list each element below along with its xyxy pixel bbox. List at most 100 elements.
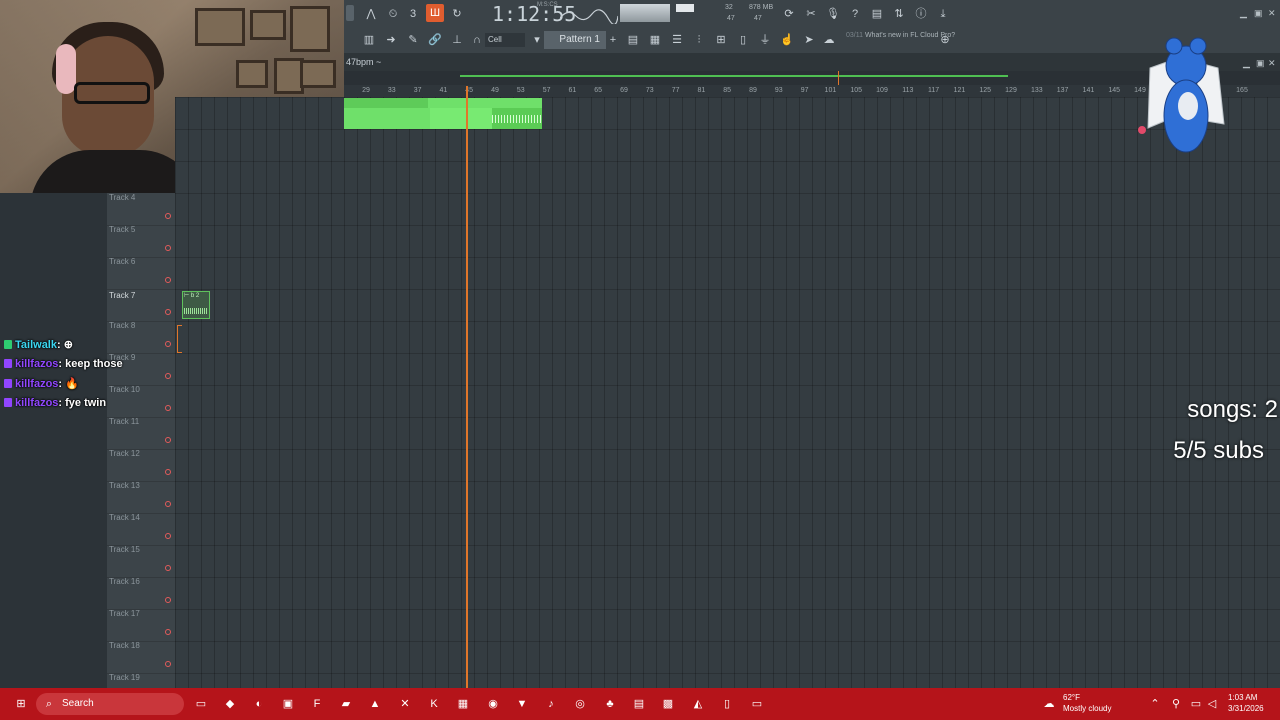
volume-icon[interactable]: ◁ (1203, 695, 1221, 713)
piano-icon[interactable]: ▥ (360, 31, 378, 49)
track-header[interactable]: Track 18 (107, 641, 175, 674)
track-header[interactable]: Track 11 (107, 417, 175, 450)
track-mute-dot[interactable] (165, 437, 171, 443)
minimize-icon[interactable]: ▁ (1240, 8, 1247, 19)
track-mute-dot[interactable] (165, 565, 171, 571)
metronome-icon[interactable]: ⋀ (362, 5, 380, 23)
track-header[interactable]: Track 8 (107, 321, 175, 354)
touch-icon[interactable]: ☝ (778, 31, 796, 49)
edge-icon[interactable]: ◐ (250, 695, 268, 713)
clock-date[interactable]: 3/31/2026 (1228, 704, 1264, 713)
track-mute-dot[interactable] (165, 629, 171, 635)
refresh-icon[interactable]: ⟳ (780, 5, 798, 23)
taskbar-search[interactable] (36, 693, 184, 715)
mic-tray-icon[interactable]: ⚲ (1167, 695, 1185, 713)
track-mute-dot[interactable] (165, 213, 171, 219)
notepad-icon[interactable]: ▯ (718, 695, 736, 713)
magnet-icon[interactable]: ∩ (468, 31, 486, 49)
app-icon-a[interactable]: ▲ (366, 695, 384, 713)
track-mute-dot[interactable] (165, 501, 171, 507)
track-header[interactable]: Track 6 (107, 257, 175, 290)
wait-icon[interactable]: ⏲ (384, 5, 402, 23)
track-header[interactable]: Track 4 (107, 193, 175, 226)
track-mute-dot[interactable] (165, 469, 171, 475)
fl-studio-icon[interactable]: ♣ (601, 695, 619, 713)
clipboard-icon[interactable]: ▯ (734, 31, 752, 49)
nvidia-icon[interactable]: ◭ (689, 695, 707, 713)
mic-icon[interactable]: 🎙 (824, 5, 842, 23)
send-icon[interactable]: ➤ (800, 31, 818, 49)
pitch-meter[interactable] (676, 4, 694, 12)
weather-desc[interactable]: Mostly cloudy (1063, 704, 1111, 713)
clock-time[interactable]: 1:03 AM (1228, 693, 1257, 702)
browser-icon[interactable]: ⊞ (712, 31, 730, 49)
news-panel[interactable]: 03/11 What's new in FL Cloud Pro? (846, 31, 956, 40)
news-text[interactable]: What's new in FL Cloud Pro? (865, 32, 955, 39)
windows-start-icon[interactable]: ⊞ (12, 695, 30, 713)
master-volume-meter[interactable] (620, 4, 670, 22)
app-icon-x[interactable]: ✕ (396, 695, 414, 713)
tiktok-icon[interactable]: ♪ (542, 695, 560, 713)
store-icon[interactable]: ▣ (279, 695, 297, 713)
task-view-icon[interactable]: ▭ (192, 695, 210, 713)
track-header[interactable]: Track 17 (107, 609, 175, 642)
grip-icon[interactable] (346, 5, 354, 21)
brave-icon[interactable]: ▼ (513, 695, 531, 713)
playlist-icon[interactable]: ▤ (624, 31, 642, 49)
loop-record-icon[interactable]: ↻ (448, 5, 466, 23)
cut-icon[interactable]: ✂ (802, 5, 820, 23)
maximize-icon[interactable]: ▣ (1254, 8, 1263, 19)
playlist-minimize-icon[interactable]: ▁ (1243, 58, 1250, 69)
obs-icon[interactable]: ◎ (571, 695, 589, 713)
chevron-up-icon[interactable]: ⌃ (1146, 695, 1164, 713)
app-icon-green[interactable]: ▩ (659, 695, 677, 713)
record-mode-icon[interactable]: Ш (426, 4, 444, 22)
copilot-icon[interactable]: ◆ (221, 695, 239, 713)
playlist-maximize-icon[interactable]: ▣ (1256, 58, 1265, 69)
tempo-label[interactable]: 47bpm ~ (346, 57, 381, 67)
audio-clip[interactable] (344, 98, 542, 129)
track-header[interactable]: Track 10 (107, 385, 175, 418)
app-icon-monitor[interactable]: ▤ (630, 695, 648, 713)
pencil-icon[interactable]: ✎ (404, 31, 422, 49)
track-header[interactable]: Track 5 (107, 225, 175, 258)
track-header[interactable]: Track 12 (107, 449, 175, 482)
app-icon-k[interactable]: K (425, 695, 443, 713)
link-icon[interactable]: 🔗 (426, 31, 444, 49)
channel-rack-icon[interactable]: ▦ (646, 31, 664, 49)
snap-select[interactable]: Cell (485, 33, 525, 47)
track-mute-dot[interactable] (165, 533, 171, 539)
track-mute-dot[interactable] (165, 405, 171, 411)
app-icon-grid[interactable]: ▦ (454, 695, 472, 713)
track-header[interactable]: Track 7 (107, 289, 175, 322)
plugin-icon[interactable]: ⇅ (890, 5, 908, 23)
file-explorer-icon[interactable]: ▰ (337, 695, 355, 713)
pattern-select[interactable]: Pattern 1 (544, 31, 606, 49)
audio-clip-small[interactable]: ⊢ b 2 (182, 291, 210, 319)
fl-files-icon[interactable]: F (308, 695, 326, 713)
track-mute-dot[interactable] (165, 597, 171, 603)
track-header[interactable]: Track 14 (107, 513, 175, 546)
app-icon-window[interactable]: ▭ (748, 695, 766, 713)
countdown-icon[interactable]: 3 (404, 5, 422, 23)
track-header[interactable]: Track 16 (107, 577, 175, 610)
track-mute-dot[interactable] (165, 341, 171, 347)
track-mute-dot[interactable] (165, 661, 171, 667)
add-pattern-icon[interactable]: + (604, 31, 622, 49)
playlist-grid[interactable] (175, 97, 1280, 688)
stamp-icon[interactable]: ⊥ (448, 31, 466, 49)
track-mute-dot[interactable] (165, 373, 171, 379)
download-icon[interactable]: ⤓ (934, 5, 952, 23)
weather-icon[interactable]: ☁ (1040, 695, 1058, 713)
mixer-icon[interactable]: ⫶ (690, 31, 708, 49)
discord-icon[interactable]: ◉ (484, 695, 502, 713)
info-icon[interactable]: ⓘ (912, 5, 930, 23)
track-header[interactable]: Track 15 (107, 545, 175, 578)
track-mute-dot[interactable] (165, 245, 171, 251)
cloud-icon[interactable]: ☁ (820, 31, 838, 49)
weather-temp[interactable]: 62°F (1063, 693, 1080, 702)
plug-icon[interactable]: ⏚ (756, 31, 774, 49)
close-icon[interactable]: ✕ (1268, 8, 1276, 19)
help-icon[interactable]: ? (846, 5, 864, 23)
save-icon[interactable]: ▤ (868, 5, 886, 23)
